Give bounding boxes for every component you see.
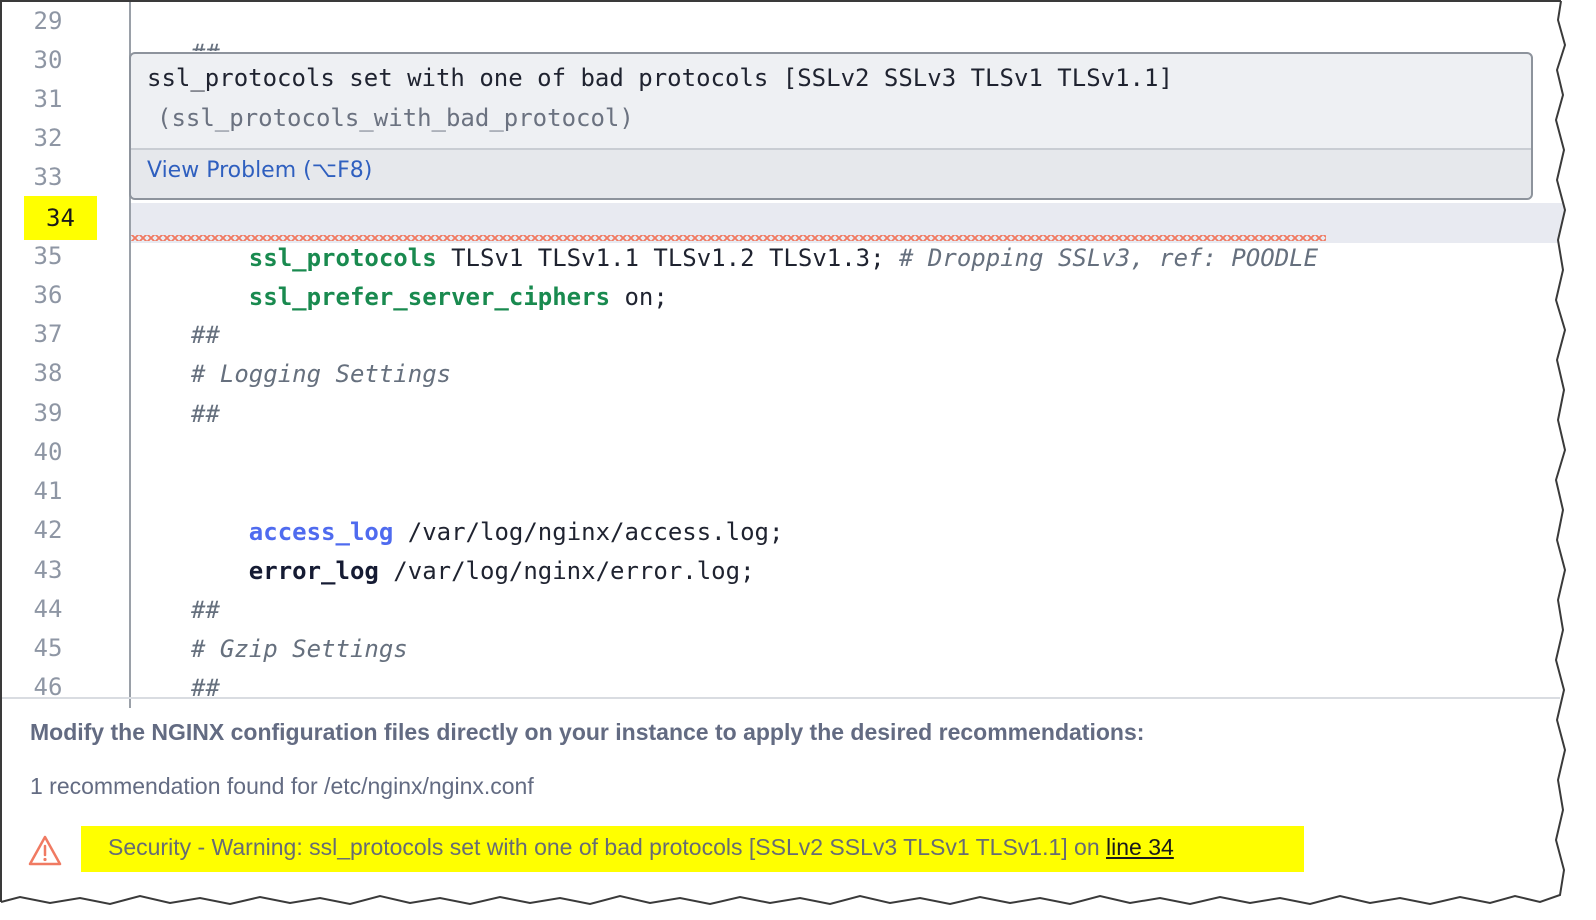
directive-ssl-prefer-server-ciphers: ssl_prefer_server_ciphers <box>248 283 611 311</box>
line-number: 39 <box>33 399 63 427</box>
tooltip-footer: View Problem (⌥F8) <box>131 150 1531 198</box>
code-line-41[interactable]: access_log /var/log/nginx/access.log; <box>191 472 784 546</box>
recommendations-panel: Modify the NGINX configuration files dir… <box>0 699 1560 920</box>
line-number: 29 <box>33 7 63 35</box>
warning-text: Security - Warning: ssl_protocols set wi… <box>108 834 1174 861</box>
warning-message: Security - Warning: ssl_protocols set wi… <box>108 834 1107 860</box>
line-number: 35 <box>33 242 63 270</box>
directive-error-log: error_log <box>248 557 379 585</box>
directive-value: on; <box>610 283 668 311</box>
line-number: 41 <box>33 477 63 505</box>
active-line-number: 34 <box>24 196 97 240</box>
line-number: 30 <box>33 46 63 74</box>
line-34-link[interactable]: line 34 <box>1106 834 1174 860</box>
problem-tooltip: ssl_protocols set with one of bad protoc… <box>129 52 1533 200</box>
line-number: 45 <box>33 634 63 662</box>
line-number-gutter: 29 30 31 32 33 34 35 36 37 38 39 40 41 4… <box>0 0 128 708</box>
line-number: 42 <box>33 516 63 544</box>
directive-value: /var/log/nginx/error.log; <box>378 557 755 585</box>
view-problem-link[interactable]: View Problem (⌥F8) <box>147 158 372 183</box>
code-line-34[interactable]: ssl_protocols TLSv1 TLSv1.1 TLSv1.2 TLSv… <box>191 198 1318 272</box>
line-number: 31 <box>33 85 63 113</box>
tooltip-rule-id: (ssl_protocols_with_bad_protocol) <box>157 104 634 132</box>
line-number: 44 <box>33 595 63 623</box>
code-line-39: ## <box>191 400 220 428</box>
code-line-38: # Logging Settings <box>191 360 452 388</box>
code-line-44: ## <box>191 596 220 624</box>
security-warning: Security - Warning: ssl_protocols set wi… <box>81 826 1304 872</box>
line-number: 43 <box>33 556 63 584</box>
code-line-35[interactable]: ssl_prefer_server_ciphers on; <box>191 237 668 311</box>
code-line-45: # Gzip Settings <box>191 635 408 663</box>
line-number: 32 <box>33 124 63 152</box>
tooltip-message: ssl_protocols set with one of bad protoc… <box>147 64 1173 92</box>
line-number: 40 <box>33 438 63 466</box>
line-number: 36 <box>33 281 63 309</box>
line-number: 37 <box>33 320 63 348</box>
recommendation-count: 1 recommendation found for /etc/nginx/ng… <box>30 773 534 799</box>
panel-heading: Modify the NGINX configuration files dir… <box>30 719 1145 745</box>
line-number: 33 <box>33 163 63 191</box>
code-line-42[interactable]: error_log /var/log/nginx/error.log; <box>191 511 755 585</box>
code-line-37: ## <box>191 321 220 349</box>
inline-comment: # Dropping SSLv3, ref: POODLE <box>884 244 1319 272</box>
warning-triangle-icon <box>28 835 62 866</box>
line-number: 38 <box>33 359 63 387</box>
